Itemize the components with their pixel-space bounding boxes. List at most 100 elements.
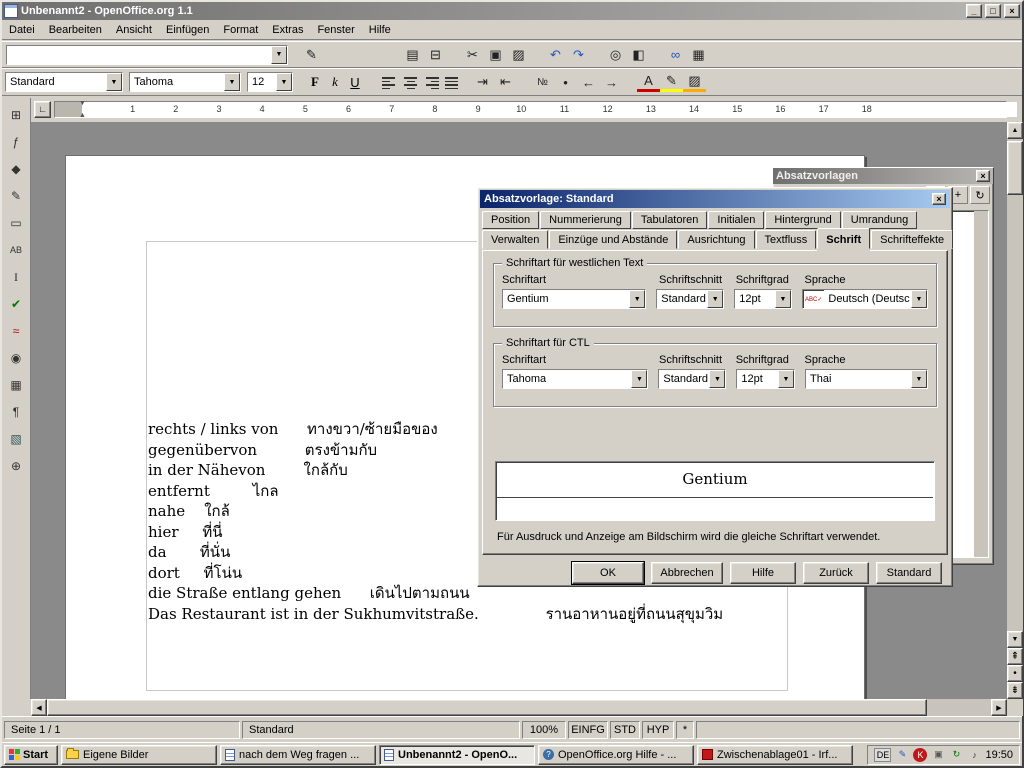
ctl-style-dropdown[interactable]: ▼ — [709, 370, 725, 388]
auto-spellcheck-icon[interactable]: ≈ — [4, 320, 28, 342]
ctl-language-combobox[interactable]: Thai ▼ — [805, 369, 928, 389]
ctl-size-combobox[interactable]: 12pt ▼ — [736, 369, 795, 389]
tab-schrift[interactable]: Schrift — [817, 228, 870, 249]
ruler[interactable]: 1 2 3 4 5 6 7 8 9 10 11 12 13 14 15 16 1… — [54, 101, 1007, 118]
background-color-icon[interactable]: ▨ — [683, 73, 706, 92]
justify-button[interactable] — [442, 72, 463, 92]
scheduler-icon[interactable]: ↻ — [949, 748, 963, 762]
previous-page-icon[interactable]: ⇞ — [1007, 648, 1023, 665]
stylist-close-button[interactable]: × — [976, 170, 990, 182]
tab-tabulatoren[interactable]: Tabulatoren — [632, 211, 708, 229]
tab-schrifteffekte[interactable]: Schrifteffekte — [871, 230, 953, 249]
taskbar-item-weg-fragen[interactable]: nach dem Weg fragen ... — [220, 745, 376, 765]
western-size-dropdown[interactable]: ▼ — [775, 290, 791, 308]
data-sources-icon[interactable]: ▦ — [4, 374, 28, 396]
volume-icon[interactable]: ♪ — [967, 748, 981, 762]
back-button[interactable]: Zurück — [803, 562, 869, 584]
ok-button[interactable]: OK — [572, 562, 644, 584]
nonprinting-characters-icon[interactable]: ¶ — [4, 401, 28, 423]
url-input[interactable] — [7, 46, 271, 64]
font-size-combobox[interactable]: 12 ▼ — [247, 72, 293, 92]
tab-verwalten[interactable]: Verwalten — [482, 230, 548, 249]
scroll-up-icon[interactable]: ▲ — [1007, 122, 1023, 139]
standard-button[interactable]: Standard — [876, 562, 942, 584]
bullets-icon[interactable]: • — [554, 71, 577, 93]
scroll-down-icon[interactable]: ▼ — [1007, 631, 1023, 648]
western-style-dropdown[interactable]: ▼ — [707, 290, 723, 308]
minimize-button[interactable]: _ — [966, 4, 982, 18]
western-language-dropdown[interactable]: ▼ — [911, 290, 927, 308]
help-button[interactable]: Hilfe — [730, 562, 796, 584]
menu-extras[interactable]: Extras — [265, 21, 310, 39]
cut-icon[interactable]: ✂ — [461, 44, 484, 66]
cancel-button[interactable]: Abbrechen — [651, 562, 723, 584]
find-icon[interactable]: ◉ — [4, 347, 28, 369]
scroll-right-icon[interactable]: ▶ — [991, 699, 1007, 716]
taskbar-item-unbenannt2[interactable]: Unbenannt2 - OpenO... — [379, 745, 535, 765]
tab-einzuege[interactable]: Einzüge und Abstände — [549, 230, 677, 249]
align-center-button[interactable] — [400, 72, 421, 92]
status-hyperlink-mode[interactable]: HYP — [642, 721, 674, 739]
tab-textfluss[interactable]: Textfluss — [756, 230, 817, 249]
quickstarter-icon[interactable]: ✎ — [895, 748, 909, 762]
status-selection-mode[interactable]: STD — [610, 721, 640, 739]
form-functions-icon[interactable]: ▭ — [4, 212, 28, 234]
stylist-icon[interactable]: ◧ — [627, 44, 650, 66]
status-style[interactable]: Standard — [242, 721, 520, 739]
navigation-dot-icon[interactable]: • — [1007, 665, 1023, 682]
status-zoom[interactable]: 100% — [522, 721, 566, 739]
spellcheck-icon[interactable]: ✔ — [4, 293, 28, 315]
taskbar-item-eigene-bilder[interactable]: Eigene Bilder — [61, 745, 217, 765]
edit-file-icon[interactable]: ✎ — [300, 44, 323, 66]
undo-icon[interactable]: ↶ — [544, 44, 567, 66]
antivirus-icon[interactable]: K — [913, 748, 927, 762]
paragraph-style-combobox[interactable]: Standard ▼ — [5, 72, 123, 92]
western-language-combobox[interactable]: ABC✓ Deutsch (Deutsc ▼ — [802, 289, 928, 309]
tab-umrandung[interactable]: Umrandung — [842, 211, 917, 229]
gallery-icon[interactable]: ▦ — [687, 44, 710, 66]
tab-nummerierung[interactable]: Nummerierung — [540, 211, 631, 229]
insert-icon[interactable]: ⊞ — [4, 104, 28, 126]
scroll-left-icon[interactable]: ◀ — [31, 699, 47, 716]
copy-icon[interactable]: ▣ — [484, 44, 507, 66]
navigator-icon[interactable]: ◎ — [604, 44, 627, 66]
italic-button[interactable]: k — [325, 72, 345, 92]
ctl-language-dropdown[interactable]: ▼ — [911, 370, 927, 388]
first-line-indent-marker[interactable]: ▼ — [79, 100, 86, 107]
direct-cursor-icon[interactable]: I — [4, 266, 28, 288]
text-line[interactable]: Das Restaurant ist in der Sukhumvitstraß… — [148, 604, 723, 625]
stylist-scrollbar[interactable] — [974, 211, 988, 557]
vertical-scroll-thumb[interactable] — [1007, 141, 1023, 195]
right-to-left-icon[interactable]: ⇤ — [494, 71, 517, 93]
numbering-icon[interactable]: № — [531, 71, 554, 93]
horizontal-scrollbar[interactable]: ◀ ▶ — [31, 699, 1007, 716]
menu-einfuegen[interactable]: Einfügen — [159, 21, 216, 39]
insert-fields-icon[interactable]: ƒ — [4, 131, 28, 153]
decrease-indent-icon[interactable]: ← — [577, 71, 600, 93]
paste-icon[interactable]: ▨ — [507, 44, 530, 66]
western-font-dropdown[interactable]: ▼ — [629, 290, 645, 308]
font-name-combobox[interactable]: Tahoma ▼ — [129, 72, 241, 92]
next-page-icon[interactable]: ⇟ — [1007, 682, 1023, 699]
start-button[interactable]: Start — [4, 745, 58, 765]
align-right-button[interactable] — [421, 72, 442, 92]
horizontal-scroll-thumb[interactable] — [47, 699, 927, 716]
update-style-icon[interactable]: ↻ — [970, 186, 990, 204]
save-icon[interactable]: ▤ — [401, 44, 424, 66]
font-color-icon[interactable]: A — [637, 73, 660, 92]
maximize-button[interactable]: □ — [985, 4, 1001, 18]
ctl-font-dropdown[interactable]: ▼ — [631, 370, 647, 388]
insert-object-icon[interactable]: ◆ — [4, 158, 28, 180]
clipboard-tray-icon[interactable]: ▣ — [931, 748, 945, 762]
vertical-scrollbar[interactable]: ▲ ▼ ⇞ • ⇟ — [1007, 122, 1023, 699]
western-font-combobox[interactable]: Gentium ▼ — [502, 289, 646, 309]
close-button[interactable]: × — [1004, 4, 1020, 18]
ctl-style-combobox[interactable]: Standard ▼ — [658, 369, 726, 389]
font-name-dropdown[interactable]: ▼ — [224, 73, 240, 91]
menu-hilfe[interactable]: Hilfe — [362, 21, 398, 39]
clock[interactable]: 19:50 — [985, 749, 1013, 761]
underline-button[interactable]: U — [345, 72, 365, 92]
keyboard-layout-indicator[interactable]: DE — [874, 748, 891, 762]
url-dropdown[interactable]: ▼ — [271, 46, 287, 64]
print-icon[interactable]: ⊟ — [424, 44, 447, 66]
